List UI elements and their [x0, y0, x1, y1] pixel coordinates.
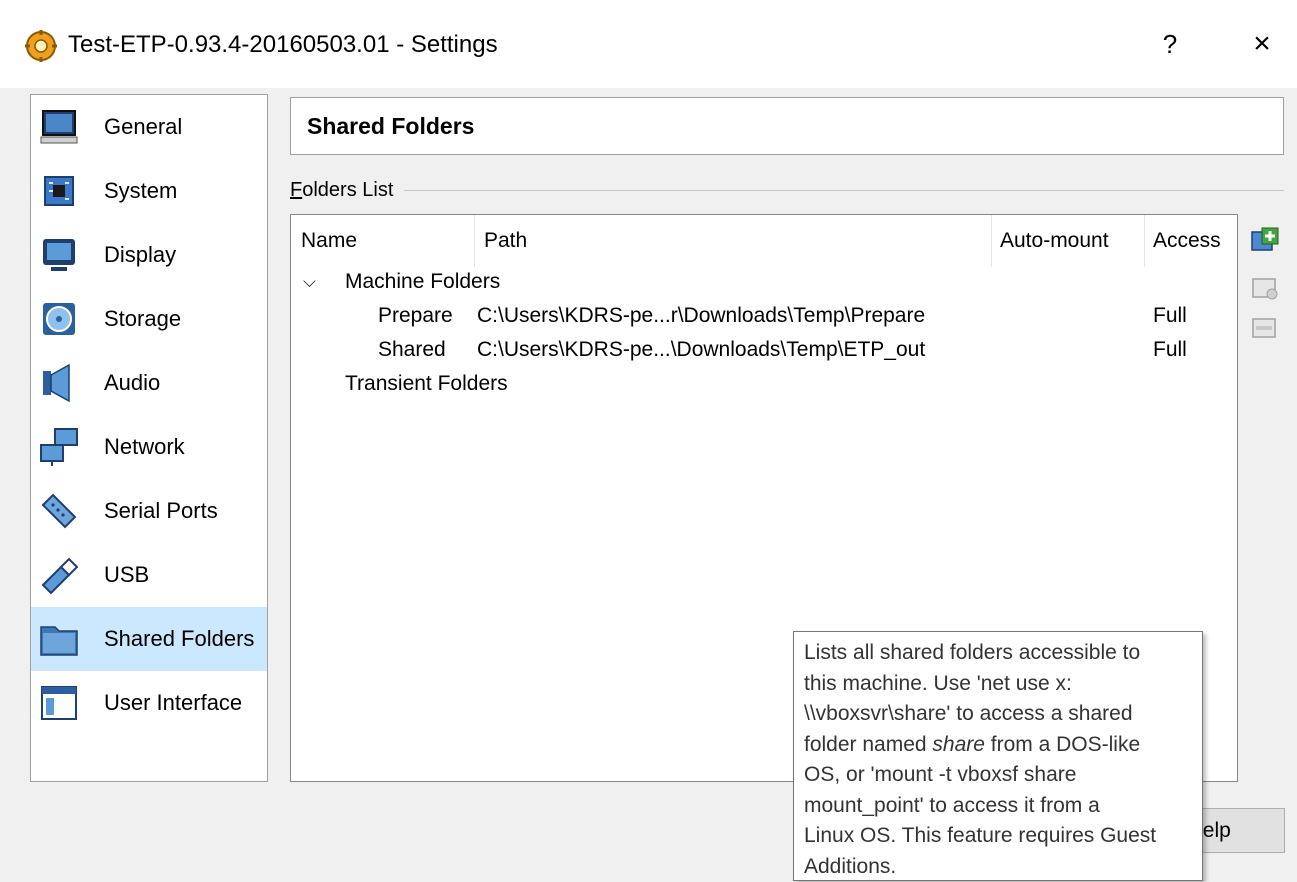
help-button[interactable]: ?	[1150, 26, 1190, 62]
tooltip-line: mount_point' to access it from a	[804, 793, 1100, 817]
sidebar-item-user-interface[interactable]: User Interface	[31, 671, 267, 735]
column-header-name[interactable]: Name	[301, 215, 357, 267]
column-divider	[1144, 215, 1145, 267]
group-machine-folders[interactable]: Machine Folders	[345, 267, 500, 297]
help-button-label: lelp	[1198, 819, 1231, 842]
mnemonic-letter: F	[290, 179, 303, 201]
sidebar-item-audio[interactable]: Audio	[31, 351, 267, 415]
speaker-icon	[43, 363, 70, 403]
column-header-path[interactable]: Path	[484, 215, 527, 267]
table-row-access[interactable]: Full	[1153, 335, 1187, 365]
sidebar-item-label: Network	[104, 434, 185, 459]
column-header-auto-mount[interactable]: Auto-mount	[1000, 215, 1109, 267]
tooltip-line: OS, or 'mount -t vboxsf share	[804, 763, 1077, 786]
page-title: Shared Folders	[307, 113, 475, 139]
column-divider	[991, 215, 992, 267]
sidebar-item-label: General	[104, 114, 183, 139]
folders-list-label-rest: olders List	[302, 179, 394, 201]
sidebar-item-label: System	[104, 178, 178, 203]
edit-folder-icon[interactable]	[1250, 272, 1280, 302]
column-header-access[interactable]: Access	[1153, 215, 1221, 267]
sidebar-item-label: Shared Folders	[104, 626, 255, 651]
title-bar: Test-ETP-0.93.4-20160503.01 - Settings ?…	[0, 0, 1297, 88]
tooltip-line: folder named	[804, 732, 933, 756]
sidebar-item-storage[interactable]: Storage	[31, 287, 267, 351]
tooltip-emphasis: share	[932, 732, 985, 756]
tooltip-line: from a DOS-like	[984, 732, 1141, 756]
folders-list-label: Folders List	[290, 178, 402, 202]
sidebar-item-label: Storage	[104, 306, 182, 331]
sidebar-item-shared-folders[interactable]: Shared Folders	[31, 607, 267, 671]
sidebar-item-label: Display	[104, 242, 177, 267]
tooltip: Lists all shared folders accessible to t…	[793, 631, 1203, 881]
column-divider	[474, 215, 475, 267]
folder-icon	[40, 626, 78, 656]
virtualbox-gear-icon	[25, 30, 57, 62]
sidebar-item-label: Serial Ports	[104, 498, 218, 523]
serial-port-icon	[41, 493, 77, 529]
settings-sidebar: General System Display Storage Audio Net…	[30, 94, 268, 782]
chevron-down-icon[interactable]: ⌵	[303, 267, 316, 297]
display-icon	[43, 239, 75, 271]
group-transient-folders[interactable]: Transient Folders	[345, 369, 508, 399]
close-button[interactable]: ×	[1242, 26, 1282, 62]
sidebar-item-serial-ports[interactable]: Serial Ports	[31, 479, 267, 543]
sidebar-item-label: USB	[104, 562, 150, 587]
sidebar-item-label: Audio	[104, 370, 161, 395]
tooltip-line: Additions.	[804, 854, 897, 878]
page-header: Shared Folders	[290, 97, 1284, 155]
remove-folder-icon[interactable]	[1250, 312, 1280, 342]
sidebar-item-label: User Interface	[104, 690, 243, 715]
usb-icon	[41, 557, 79, 595]
monitor-icon	[40, 110, 78, 144]
table-row-access[interactable]: Full	[1153, 301, 1187, 331]
sidebar-item-general[interactable]: General	[31, 95, 267, 159]
tooltip-line: Linux OS. This feature requires Guest	[804, 824, 1157, 847]
sidebar-item-display[interactable]: Display	[31, 223, 267, 287]
table-row-name[interactable]: Prepare	[378, 301, 453, 331]
group-divider	[404, 190, 1284, 191]
tooltip-line: \\vboxsvr\share' to access a shared	[804, 702, 1133, 725]
tooltip-text: Lists all shared folders accessible to t…	[804, 638, 1196, 882]
table-row-name[interactable]: Shared	[378, 335, 446, 365]
network-icon	[40, 428, 78, 466]
sidebar-item-network[interactable]: Network	[31, 415, 267, 479]
sidebar-item-usb[interactable]: USB	[31, 543, 267, 607]
window-title: Test-ETP-0.93.4-20160503.01 - Settings	[68, 31, 498, 58]
chip-icon	[44, 176, 74, 206]
sidebar-item-system[interactable]: System	[31, 159, 267, 223]
disc-icon	[43, 303, 75, 335]
tooltip-line: Lists all shared folders accessible to	[804, 641, 1141, 664]
table-row-path[interactable]: C:\Users\KDRS-pe...r\Downloads\Temp\Prep…	[477, 301, 925, 331]
tooltip-line: this machine. Use 'net use x:	[804, 671, 1072, 695]
window-icon	[41, 686, 77, 720]
add-folder-icon[interactable]	[1250, 226, 1280, 256]
table-row-path[interactable]: C:\Users\KDRS-pe...\Downloads\Temp\ETP_o…	[477, 335, 925, 365]
